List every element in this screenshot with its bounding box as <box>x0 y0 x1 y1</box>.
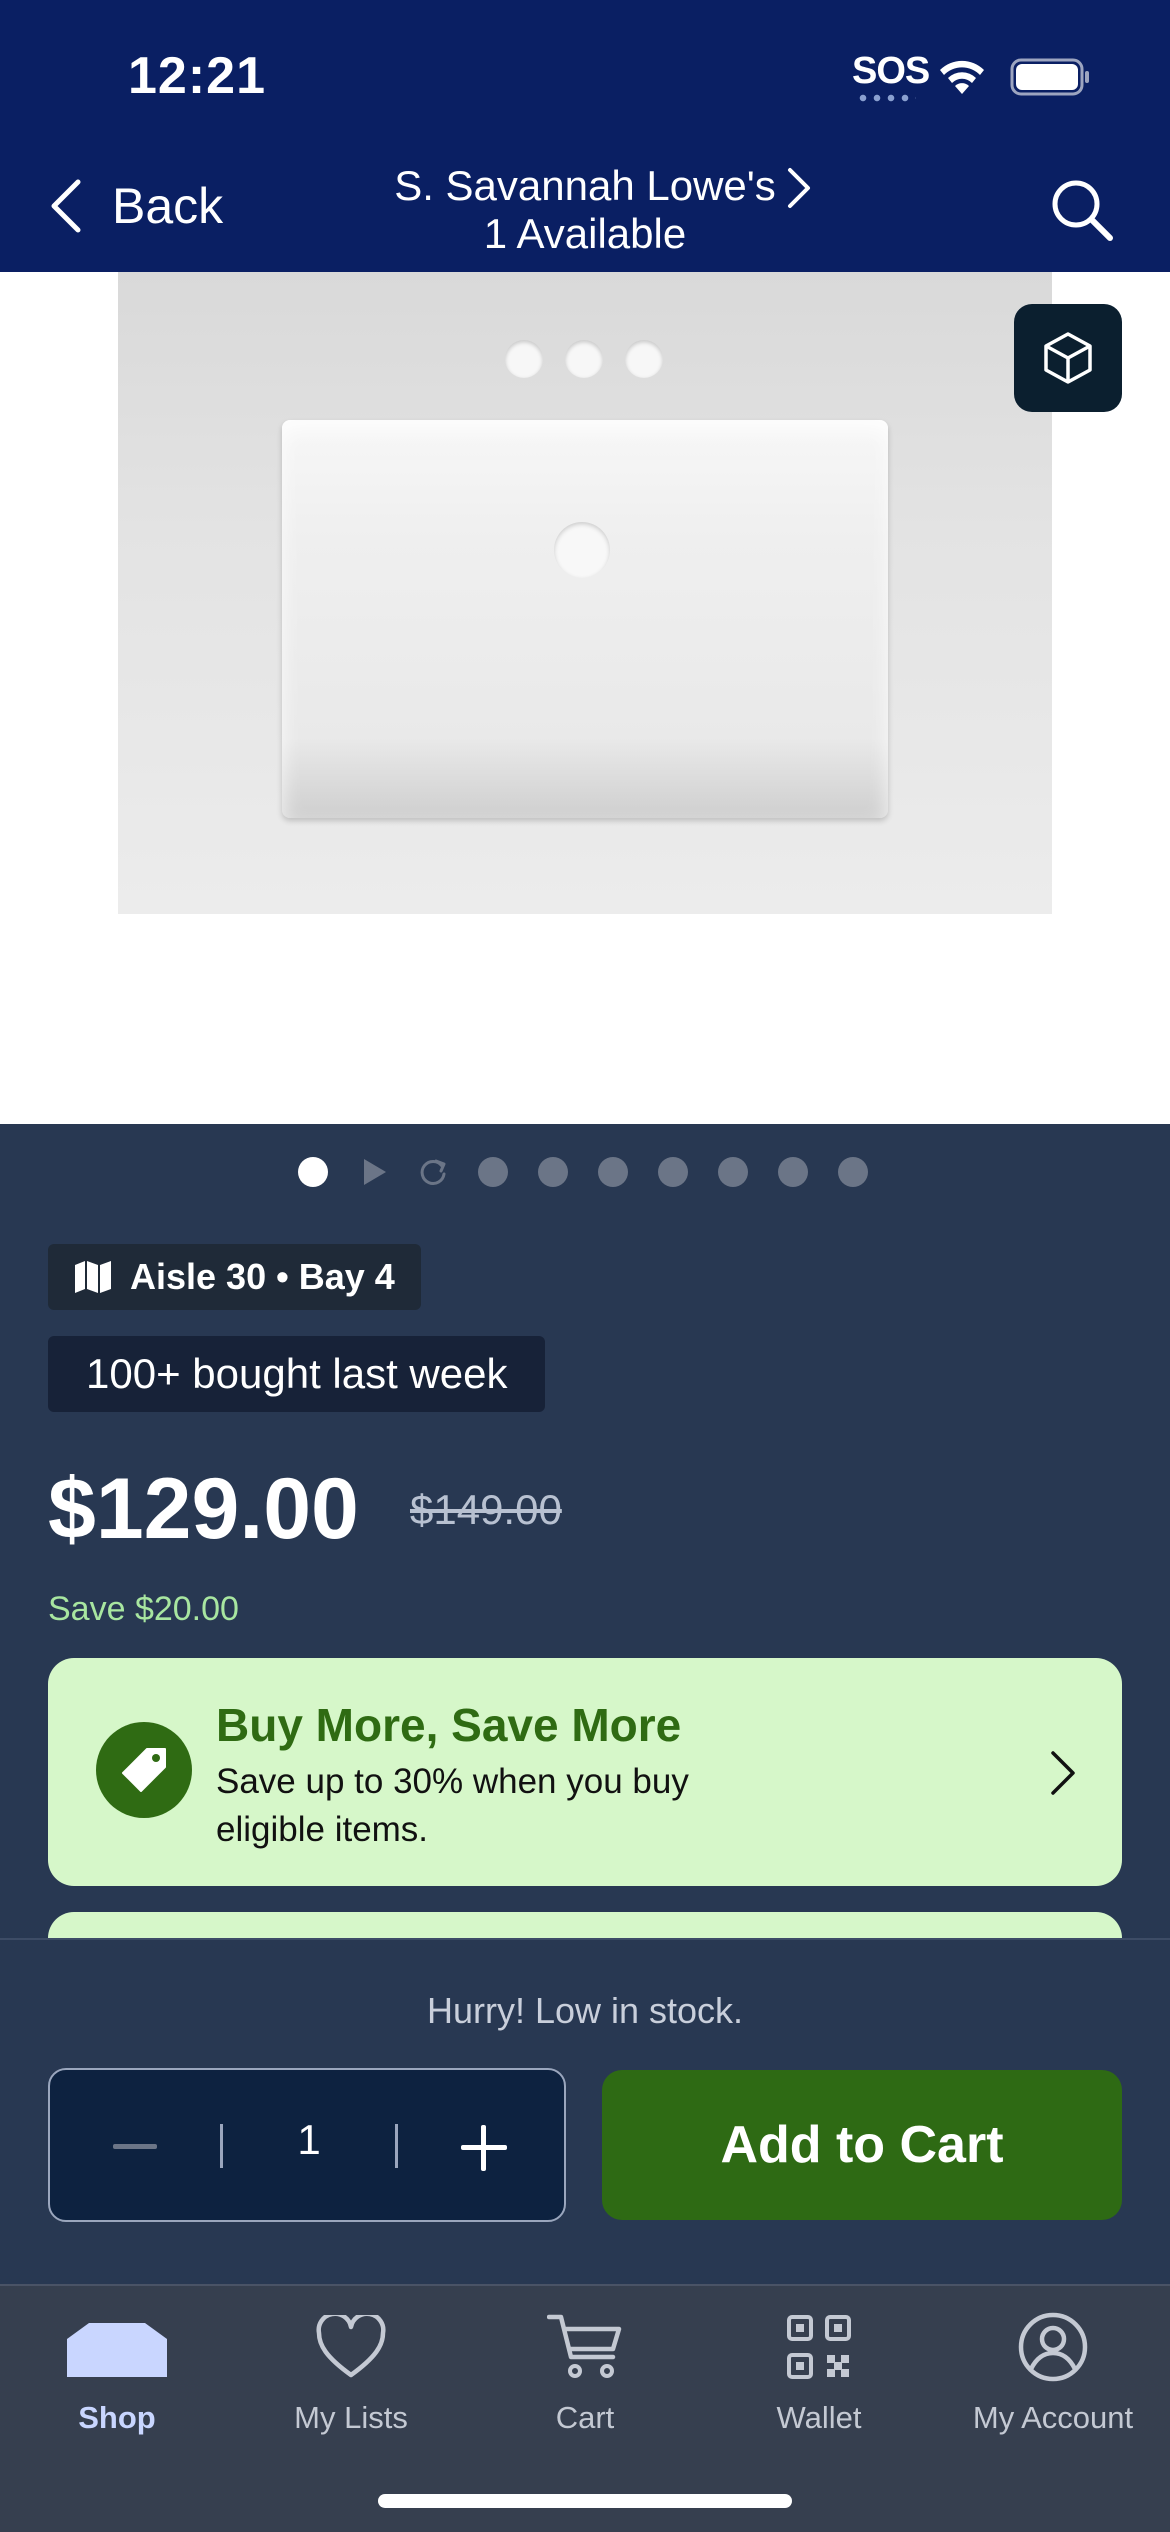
promo-subtitle: Save up to 30% when you buy eligible ite… <box>216 1762 689 1849</box>
promo-title: Buy More, Save More <box>216 1699 682 1751</box>
current-price: $129.00 <box>48 1461 359 1557</box>
add-to-cart-panel: Hurry! Low in stock. 1 Add to Cart <box>0 1938 1170 2284</box>
pagination-dot[interactable] <box>598 1157 628 1187</box>
store-availability: 1 Available <box>483 210 687 257</box>
search-icon[interactable] <box>1048 176 1116 244</box>
tab-wallet[interactable]: Wallet <box>702 2304 936 2454</box>
pagination-dot[interactable] <box>538 1157 568 1187</box>
view-in-3d-button[interactable] <box>1014 304 1122 412</box>
pagination-dot[interactable] <box>478 1157 508 1187</box>
nav-bar: Back S. Savannah Lowe's 1 Available <box>0 150 1170 272</box>
gallery-pagination[interactable] <box>298 1154 878 1190</box>
tab-cart[interactable]: Cart <box>468 2304 702 2454</box>
chevron-right-icon <box>1051 1751 1075 1795</box>
bought-last-week-badge: 100+ bought last week <box>48 1336 546 1412</box>
store-name: S. Savannah Lowe's <box>394 162 776 209</box>
aisle-bay-text: Aisle 30 • Bay 4 <box>130 1256 395 1297</box>
back-label: Back <box>112 178 224 234</box>
product-image-gallery[interactable] <box>0 272 1170 1124</box>
status-bar: 12:21 SOS <box>0 0 1170 150</box>
savings-text: Save $20.00 <box>48 1590 239 1628</box>
home-indicator[interactable] <box>378 2494 792 2508</box>
divider <box>395 2124 398 2168</box>
status-time: 12:21 <box>128 47 266 105</box>
plus-icon <box>461 2125 507 2171</box>
bottom-tab-bar: Shop My Lists Cart Wallet My Account <box>0 2284 1170 2532</box>
minus-icon <box>113 2144 157 2149</box>
battery-icon <box>1010 58 1089 96</box>
shop-icon <box>67 2304 167 2390</box>
qr-code-icon <box>769 2304 869 2390</box>
tab-label: Cart <box>555 2400 615 2435</box>
pagination-dot[interactable] <box>718 1157 748 1187</box>
back-button[interactable]: Back <box>48 176 223 236</box>
sink-drain <box>554 522 610 578</box>
quantity-value[interactable]: 1 <box>223 2116 395 2164</box>
faucet-hole <box>565 340 603 378</box>
sos-dots <box>856 94 916 102</box>
aisle-location-badge[interactable]: Aisle 30 • Bay 4 <box>48 1244 421 1310</box>
add-to-cart-button[interactable]: Add to Cart <box>602 2070 1122 2220</box>
chevron-left-icon <box>51 179 81 233</box>
low-stock-message: Hurry! Low in stock. <box>426 1990 744 2031</box>
was-price: $149.00 <box>410 1486 562 1533</box>
tab-label: My Lists <box>294 2400 408 2435</box>
tab-my-lists[interactable]: My Lists <box>234 2304 468 2454</box>
product-image <box>118 272 1052 914</box>
buy-more-save-more-card[interactable]: Buy More, Save More Save up to 30% when … <box>48 1658 1122 1886</box>
tab-label: Wallet <box>776 2400 862 2435</box>
map-icon <box>75 1261 111 1293</box>
pagination-dot[interactable] <box>658 1157 688 1187</box>
cube-3d-icon <box>1044 332 1092 384</box>
account-icon <box>1003 2304 1103 2390</box>
chevron-right-icon[interactable] <box>782 164 816 212</box>
quantity-stepper[interactable]: 1 <box>48 2068 566 2222</box>
tab-my-account[interactable]: My Account <box>936 2304 1170 2454</box>
faucet-hole <box>505 340 543 378</box>
sos-indicator: SOS <box>852 50 930 92</box>
quantity-increase-button[interactable] <box>456 2120 512 2176</box>
rotate-360-icon[interactable] <box>418 1157 448 1187</box>
tab-shop[interactable]: Shop <box>0 2304 234 2454</box>
pagination-dot[interactable] <box>838 1157 868 1187</box>
pagination-dot[interactable] <box>778 1157 808 1187</box>
store-selector[interactable]: S. Savannah Lowe's 1 Available <box>340 162 830 258</box>
sink-basin <box>282 420 888 818</box>
pagination-dot-active[interactable] <box>298 1157 328 1187</box>
wifi-icon <box>940 60 984 94</box>
video-play-icon[interactable] <box>358 1157 388 1187</box>
faucet-hole <box>625 340 663 378</box>
cart-icon <box>535 2304 635 2390</box>
bought-text: 100+ bought last week <box>86 1350 508 1397</box>
quantity-decrease-button[interactable] <box>110 2122 160 2172</box>
tab-label: Shop <box>78 2400 156 2435</box>
heart-icon <box>301 2304 401 2390</box>
tab-label: My Account <box>972 2400 1134 2435</box>
price-tag-icon <box>96 1722 192 1818</box>
